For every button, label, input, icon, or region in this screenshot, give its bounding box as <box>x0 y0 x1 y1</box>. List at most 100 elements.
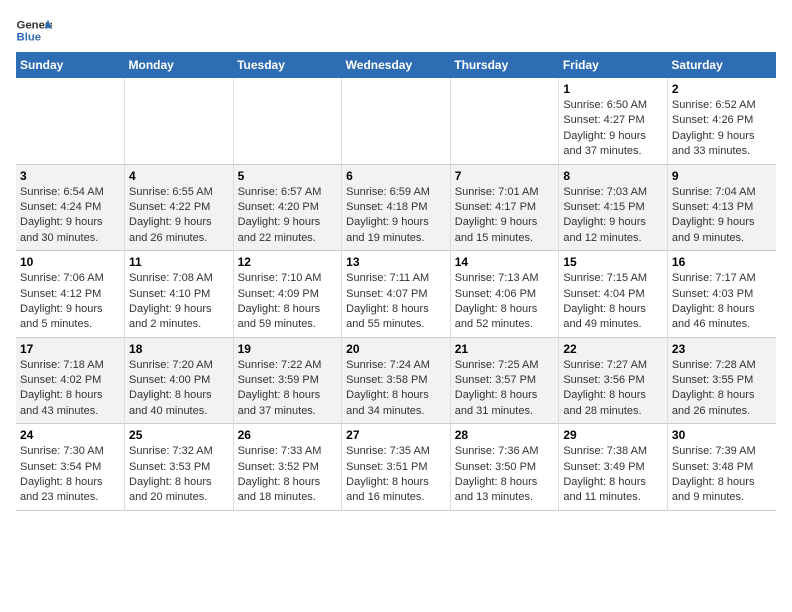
day-cell: 24Sunrise: 7:30 AM Sunset: 3:54 PM Dayli… <box>16 424 125 511</box>
week-row-4: 17 Sunrise: 7:18 AM Sunset: 4:02 PM Dayli… <box>16 337 776 424</box>
day-info: Sunrise: 6:50 AM Sunset: 4:27 PM Dayligh… <box>563 98 663 160</box>
day-info: Sunrise: 7:06 AM Sunset: 4:12 PM Dayligh… <box>20 271 120 333</box>
day-cell: 23 Sunrise: 7:28 AM Sunset: 3:55 PM Dayli… <box>667 337 776 424</box>
day-info: Sunrise: 7:03 AM Sunset: 4:15 PM Dayligh… <box>563 185 663 247</box>
day-number: 17 <box>20 342 120 356</box>
day-number: 27 <box>346 428 446 442</box>
day-cell: 17 Sunrise: 7:18 AM Sunset: 4:02 PM Dayli… <box>16 337 125 424</box>
day-cell: 14 Sunrise: 7:13 AM Sunset: 4:06 PM Dayli… <box>450 251 559 338</box>
week-row-1: 1 Sunrise: 6:50 AM Sunset: 4:27 PM Daylig… <box>16 78 776 164</box>
day-number: 10 <box>20 255 120 269</box>
day-cell: 6 Sunrise: 6:59 AM Sunset: 4:18 PM Daylig… <box>342 164 451 251</box>
day-number: 16 <box>672 255 772 269</box>
day-info: Sunrise: 7:25 AM Sunset: 3:57 PM Dayligh… <box>455 358 555 420</box>
day-number: 28 <box>455 428 555 442</box>
weekday-header-friday: Friday <box>559 52 668 78</box>
day-info: Sunrise: 6:59 AM Sunset: 4:18 PM Dayligh… <box>346 185 446 247</box>
day-cell: 15 Sunrise: 7:15 AM Sunset: 4:04 PM Dayli… <box>559 251 668 338</box>
day-info: Sunrise: 7:17 AM Sunset: 4:03 PM Dayligh… <box>672 271 772 333</box>
day-info: Sunrise: 7:10 AM Sunset: 4:09 PM Dayligh… <box>238 271 338 333</box>
day-info: Sunrise: 7:24 AM Sunset: 3:58 PM Dayligh… <box>346 358 446 420</box>
day-info: Sunrise: 7:30 AM Sunset: 3:54 PM Dayligh… <box>20 444 120 506</box>
day-number: 11 <box>129 255 229 269</box>
day-cell: 3 Sunrise: 6:54 AM Sunset: 4:24 PM Daylig… <box>16 164 125 251</box>
day-number: 29 <box>563 428 663 442</box>
day-number: 13 <box>346 255 446 269</box>
day-cell: 22Sunrise: 7:27 AM Sunset: 3:56 PM Dayli… <box>559 337 668 424</box>
day-cell: 13 Sunrise: 7:11 AM Sunset: 4:07 PM Dayli… <box>342 251 451 338</box>
day-number: 30 <box>672 428 772 442</box>
day-cell: 27 Sunrise: 7:35 AM Sunset: 3:51 PM Dayli… <box>342 424 451 511</box>
day-info: Sunrise: 7:04 AM Sunset: 4:13 PM Dayligh… <box>672 185 772 247</box>
day-number: 2 <box>672 82 772 96</box>
day-info: Sunrise: 7:15 AM Sunset: 4:04 PM Dayligh… <box>563 271 663 333</box>
day-cell: 25Sunrise: 7:32 AM Sunset: 3:53 PM Dayli… <box>125 424 234 511</box>
weekday-header-sunday: Sunday <box>16 52 125 78</box>
day-info: Sunrise: 7:33 AM Sunset: 3:52 PM Dayligh… <box>238 444 338 506</box>
day-cell: 7Sunrise: 7:01 AM Sunset: 4:17 PM Daylig… <box>450 164 559 251</box>
logo-icon: General Blue <box>16 16 52 44</box>
day-cell <box>450 78 559 164</box>
weekday-header-tuesday: Tuesday <box>233 52 342 78</box>
day-number: 9 <box>672 169 772 183</box>
day-info: Sunrise: 6:54 AM Sunset: 4:24 PM Dayligh… <box>20 185 120 247</box>
day-info: Sunrise: 7:28 AM Sunset: 3:55 PM Dayligh… <box>672 358 772 420</box>
day-number: 23 <box>672 342 772 356</box>
header: General Blue <box>16 16 776 44</box>
weekday-header-wednesday: Wednesday <box>342 52 451 78</box>
day-info: Sunrise: 7:35 AM Sunset: 3:51 PM Dayligh… <box>346 444 446 506</box>
day-number: 7 <box>455 169 555 183</box>
day-info: Sunrise: 6:55 AM Sunset: 4:22 PM Dayligh… <box>129 185 229 247</box>
day-info: Sunrise: 7:18 AM Sunset: 4:02 PM Dayligh… <box>20 358 120 420</box>
day-cell: 1 Sunrise: 6:50 AM Sunset: 4:27 PM Daylig… <box>559 78 668 164</box>
day-info: Sunrise: 7:32 AM Sunset: 3:53 PM Dayligh… <box>129 444 229 506</box>
day-cell: 18 Sunrise: 7:20 AM Sunset: 4:00 PM Dayli… <box>125 337 234 424</box>
day-number: 19 <box>238 342 338 356</box>
day-number: 6 <box>346 169 446 183</box>
day-cell: 16 Sunrise: 7:17 AM Sunset: 4:03 PM Dayli… <box>667 251 776 338</box>
day-info: Sunrise: 7:20 AM Sunset: 4:00 PM Dayligh… <box>129 358 229 420</box>
day-number: 14 <box>455 255 555 269</box>
week-row-5: 24Sunrise: 7:30 AM Sunset: 3:54 PM Dayli… <box>16 424 776 511</box>
day-cell <box>125 78 234 164</box>
day-number: 1 <box>563 82 663 96</box>
day-cell <box>233 78 342 164</box>
day-cell: 30Sunrise: 7:39 AM Sunset: 3:48 PM Dayli… <box>667 424 776 511</box>
day-cell: 4 Sunrise: 6:55 AM Sunset: 4:22 PM Daylig… <box>125 164 234 251</box>
day-cell: 20 Sunrise: 7:24 AM Sunset: 3:58 PM Dayli… <box>342 337 451 424</box>
day-info: Sunrise: 7:13 AM Sunset: 4:06 PM Dayligh… <box>455 271 555 333</box>
logo: General Blue <box>16 16 52 44</box>
day-cell <box>342 78 451 164</box>
week-row-2: 3 Sunrise: 6:54 AM Sunset: 4:24 PM Daylig… <box>16 164 776 251</box>
day-number: 5 <box>238 169 338 183</box>
day-number: 21 <box>455 342 555 356</box>
day-cell: 10 Sunrise: 7:06 AM Sunset: 4:12 PM Dayli… <box>16 251 125 338</box>
day-number: 3 <box>20 169 120 183</box>
day-cell: 28 Sunrise: 7:36 AM Sunset: 3:50 PM Dayli… <box>450 424 559 511</box>
day-info: Sunrise: 6:57 AM Sunset: 4:20 PM Dayligh… <box>238 185 338 247</box>
day-cell: 5 Sunrise: 6:57 AM Sunset: 4:20 PM Daylig… <box>233 164 342 251</box>
day-cell: 29 Sunrise: 7:38 AM Sunset: 3:49 PM Dayli… <box>559 424 668 511</box>
weekday-header-row: SundayMondayTuesdayWednesdayThursdayFrid… <box>16 52 776 78</box>
day-info: Sunrise: 7:11 AM Sunset: 4:07 PM Dayligh… <box>346 271 446 333</box>
day-cell: 12 Sunrise: 7:10 AM Sunset: 4:09 PM Dayli… <box>233 251 342 338</box>
day-number: 4 <box>129 169 229 183</box>
day-number: 26 <box>238 428 338 442</box>
day-info: Sunrise: 7:38 AM Sunset: 3:49 PM Dayligh… <box>563 444 663 506</box>
weekday-header-saturday: Saturday <box>667 52 776 78</box>
day-number: 20 <box>346 342 446 356</box>
day-cell: 21 Sunrise: 7:25 AM Sunset: 3:57 PM Dayli… <box>450 337 559 424</box>
day-info: Sunrise: 6:52 AM Sunset: 4:26 PM Dayligh… <box>672 98 772 160</box>
day-cell: 26 Sunrise: 7:33 AM Sunset: 3:52 PM Dayli… <box>233 424 342 511</box>
day-info: Sunrise: 7:22 AM Sunset: 3:59 PM Dayligh… <box>238 358 338 420</box>
calendar-table: SundayMondayTuesdayWednesdayThursdayFrid… <box>16 52 776 511</box>
day-number: 12 <box>238 255 338 269</box>
day-number: 8 <box>563 169 663 183</box>
week-row-3: 10 Sunrise: 7:06 AM Sunset: 4:12 PM Dayli… <box>16 251 776 338</box>
day-number: 18 <box>129 342 229 356</box>
day-number: 15 <box>563 255 663 269</box>
day-info: Sunrise: 7:36 AM Sunset: 3:50 PM Dayligh… <box>455 444 555 506</box>
day-cell: 11Sunrise: 7:08 AM Sunset: 4:10 PM Dayli… <box>125 251 234 338</box>
weekday-header-thursday: Thursday <box>450 52 559 78</box>
day-cell: 8 Sunrise: 7:03 AM Sunset: 4:15 PM Daylig… <box>559 164 668 251</box>
